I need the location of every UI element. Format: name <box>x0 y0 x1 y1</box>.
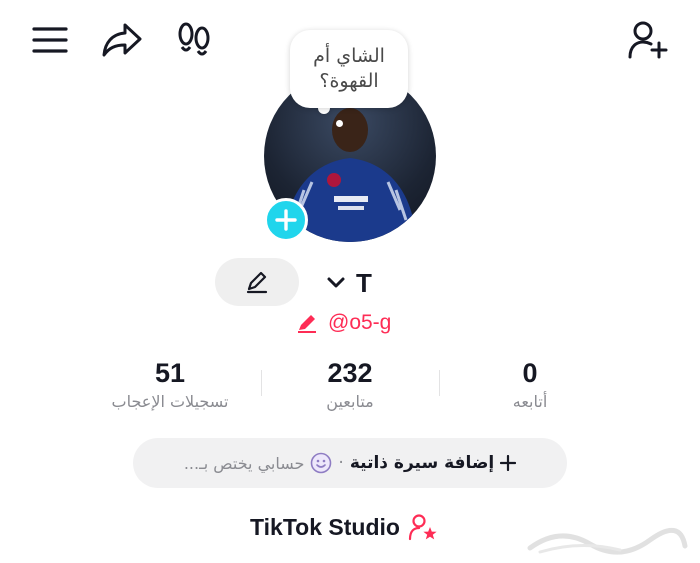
stat-following[interactable]: 0 أتابعه <box>440 356 620 411</box>
note-bubble[interactable]: الشاي أم القهوة؟ <box>290 30 408 108</box>
username-handle: @o5-g <box>328 311 392 334</box>
footprint-icon[interactable] <box>172 18 216 62</box>
pencil-icon <box>244 269 270 295</box>
add-bio-label: إضافة سيرة ذاتية <box>349 453 495 473</box>
menu-icon[interactable] <box>28 18 72 62</box>
tiktok-studio-link[interactable]: TikTok Studio <box>250 510 438 544</box>
display-name: T <box>356 267 372 298</box>
bubble-tail-dot <box>336 120 343 127</box>
stat-followers[interactable]: 232 متابعين <box>260 356 440 411</box>
bio-separator: · <box>338 453 344 473</box>
studio-label: TikTok Studio <box>250 513 400 540</box>
followers-count: 232 <box>327 358 373 388</box>
likes-count: 51 <box>154 358 186 388</box>
add-friend-icon[interactable] <box>626 18 670 62</box>
likes-label: تسجيلات الإعجاب <box>111 392 229 411</box>
creator-star-icon <box>408 513 438 541</box>
share-icon[interactable] <box>100 18 144 62</box>
following-label: أتابعه <box>512 392 548 411</box>
edit-profile-button[interactable] <box>215 258 299 306</box>
stat-likes[interactable]: 51 تسجيلات الإعجاب <box>80 356 260 411</box>
bio-placeholder: حسابي يختص بـ... <box>183 453 305 473</box>
plus-icon <box>275 209 297 231</box>
following-count: 0 <box>522 358 538 388</box>
add-avatar-button[interactable] <box>264 198 308 242</box>
smiley-icon <box>310 452 332 474</box>
handle-row[interactable]: @o5-g <box>296 309 391 337</box>
chevron-down-icon <box>326 276 346 290</box>
account-switcher[interactable]: T <box>326 265 372 301</box>
watermark-logo <box>520 520 690 558</box>
edit-pencil-red-icon <box>296 313 320 333</box>
plus-icon <box>500 455 517 471</box>
bubble-line-2: القهوة؟ <box>319 70 379 92</box>
bubble-line-1: الشاي أم <box>313 45 385 67</box>
add-bio-button[interactable]: إضافة سيرة ذاتية · حسابي يختص بـ... <box>133 438 567 488</box>
followers-label: متابعين <box>326 392 374 411</box>
